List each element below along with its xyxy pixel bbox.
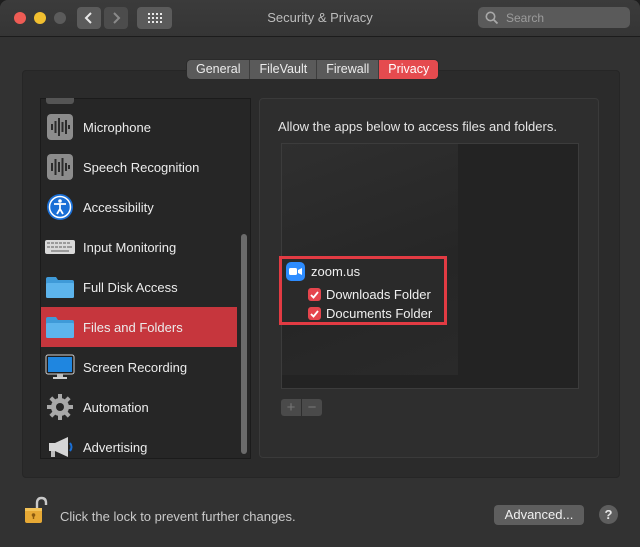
tab-general[interactable]: General: [187, 60, 251, 79]
search-field[interactable]: [478, 7, 630, 28]
permission-label: Documents Folder: [326, 306, 433, 321]
add-app-button[interactable]: +: [281, 399, 301, 416]
preferences-window: Security & Privacy General FileVault Fir…: [0, 0, 640, 547]
sidebar-item-label: Microphone: [83, 119, 151, 135]
lock-status-text: Click the lock to prevent further change…: [60, 509, 296, 524]
sidebar-item-label: Automation: [83, 399, 149, 415]
sidebar-item-label: Input Monitoring: [83, 239, 177, 255]
permission-label: Downloads Folder: [326, 287, 431, 302]
tab-bar: General FileVault Firewall Privacy: [187, 60, 439, 79]
advanced-button[interactable]: Advanced...: [494, 505, 584, 525]
accessibility-icon: [45, 192, 75, 222]
sidebar-item-screen-recording[interactable]: Screen Recording: [41, 347, 237, 387]
display-icon: [45, 352, 75, 382]
tab-filevault[interactable]: FileVault: [250, 60, 318, 79]
gear-icon: [45, 392, 75, 422]
app-name: zoom.us: [311, 264, 361, 279]
sidebar-item-automation[interactable]: Automation: [41, 387, 237, 427]
sidebar-item-label: Advertising: [83, 439, 148, 455]
sidebar-item-label: Speech Recognition: [83, 159, 200, 175]
title-bar: Security & Privacy: [0, 0, 640, 37]
search-icon: [485, 11, 499, 25]
help-button[interactable]: ?: [599, 505, 618, 524]
pane-caption: Allow the apps below to access files and…: [278, 119, 557, 134]
sidebar-item-label: Full Disk Access: [83, 279, 178, 295]
sidebar-item-advertising[interactable]: Advertising: [41, 427, 237, 458]
remove-app-button[interactable]: −: [302, 399, 322, 416]
partial-list-item: [46, 98, 74, 104]
keyboard-icon: [45, 232, 75, 262]
checkmark-icon: [310, 309, 319, 318]
tab-firewall[interactable]: Firewall: [317, 60, 380, 79]
search-input[interactable]: [504, 9, 628, 26]
folder-icon: [45, 272, 75, 302]
speech-waveform-icon: [45, 152, 75, 182]
checkmark-icon: [310, 290, 319, 299]
sidebar-item-label: Files and Folders: [83, 319, 183, 335]
sidebar-item-microphone[interactable]: Microphone: [41, 107, 237, 147]
sidebar-item-input-monitoring[interactable]: Input Monitoring: [41, 227, 237, 267]
megaphone-icon: [45, 432, 75, 458]
privacy-category-list[interactable]: Microphone Speech Recognition Accessibil…: [40, 98, 251, 459]
lock-icon[interactable]: [24, 496, 48, 526]
documents-folder-checkbox[interactable]: [308, 307, 321, 320]
sidebar-item-full-disk-access[interactable]: Full Disk Access: [41, 267, 237, 307]
app-row-zoom[interactable]: zoom.us: [286, 262, 360, 281]
sidebar-item-speech-recognition[interactable]: Speech Recognition: [41, 147, 237, 187]
microphone-waveform-icon: [45, 112, 75, 142]
permission-row-documents[interactable]: Documents Folder: [308, 306, 432, 321]
folder-icon: [45, 312, 75, 342]
sidebar-scrollbar[interactable]: [241, 234, 247, 454]
sidebar-item-files-and-folders[interactable]: Files and Folders: [41, 307, 237, 347]
tab-privacy[interactable]: Privacy: [379, 60, 439, 79]
sidebar-item-accessibility[interactable]: Accessibility: [41, 187, 237, 227]
permission-row-downloads[interactable]: Downloads Folder: [308, 287, 431, 302]
zoom-app-icon: [286, 262, 305, 281]
sidebar-item-label: Screen Recording: [83, 359, 188, 375]
downloads-folder-checkbox[interactable]: [308, 288, 321, 301]
sidebar-item-label: Accessibility: [83, 199, 154, 215]
